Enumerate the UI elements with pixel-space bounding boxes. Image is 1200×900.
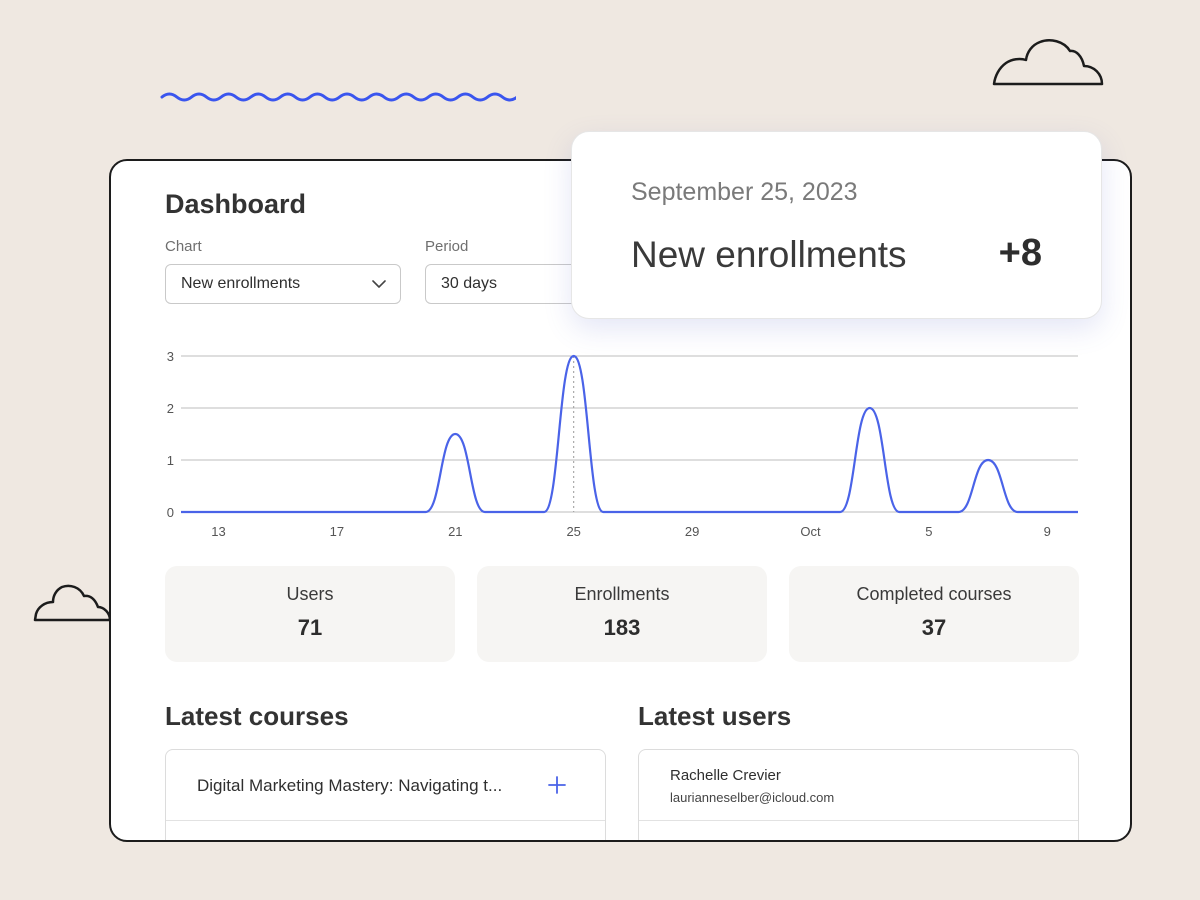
stat-label: Completed courses — [856, 584, 1012, 604]
wave-decoration — [160, 92, 516, 102]
list-item[interactable] — [166, 821, 605, 840]
list-item[interactable] — [639, 821, 1078, 840]
y-tick-label: 0 — [167, 505, 174, 520]
user-name: Rachelle Crevier — [670, 767, 781, 784]
x-tick-label: 17 — [330, 524, 344, 539]
stat-card-completed-courses: Completed courses 37 — [789, 566, 1079, 662]
course-title: Digital Marketing Mastery: Navigating t.… — [197, 776, 503, 795]
stat-label: Enrollments — [574, 584, 670, 604]
y-tick-label: 3 — [167, 349, 174, 364]
series-line — [181, 354, 1078, 514]
latest-courses-title: Latest courses — [165, 701, 349, 731]
stage: Dashboard Chart New enrollments Period 3… — [0, 0, 1200, 900]
latest-courses-list: Digital Marketing Mastery: Navigating t.… — [165, 749, 606, 840]
latest-users-list: Rachelle Crevier laurianneselber@icloud.… — [638, 749, 1079, 840]
stat-card-enrollments: Enrollments 183 — [477, 566, 767, 662]
cloud-icon — [33, 584, 112, 622]
cloud-icon — [992, 39, 1104, 86]
list-item[interactable]: Rachelle Crevier laurianneselber@icloud.… — [639, 750, 1078, 821]
list-item[interactable]: Digital Marketing Mastery: Navigating t.… — [166, 750, 605, 821]
tooltip-date: September 25, 2023 — [631, 178, 858, 206]
stat-value: 183 — [603, 615, 641, 640]
x-tick-label: 21 — [448, 524, 462, 539]
tooltip-label: New enrollments — [631, 234, 907, 275]
stat-value: 37 — [921, 615, 947, 640]
y-tick-label: 2 — [167, 401, 174, 416]
stat-card-users: Users 71 — [165, 566, 455, 662]
stat-value: 71 — [297, 615, 323, 640]
tooltip-value: +8 — [998, 232, 1042, 274]
x-tick-label: 5 — [925, 524, 932, 539]
plus-icon[interactable] — [547, 775, 567, 795]
y-tick-label: 1 — [167, 453, 174, 468]
latest-users-title: Latest users — [638, 701, 792, 731]
x-tick-label: 25 — [566, 524, 580, 539]
x-tick-label: 9 — [1044, 524, 1051, 539]
x-tick-label: 13 — [211, 524, 225, 539]
x-tick-label: Oct — [800, 524, 821, 539]
x-tick-label: 29 — [685, 524, 699, 539]
user-email: laurianneselber@icloud.com — [670, 790, 835, 805]
stat-label: Users — [286, 584, 334, 604]
chart-tooltip: September 25, 2023 New enrollments +8 — [571, 131, 1102, 319]
